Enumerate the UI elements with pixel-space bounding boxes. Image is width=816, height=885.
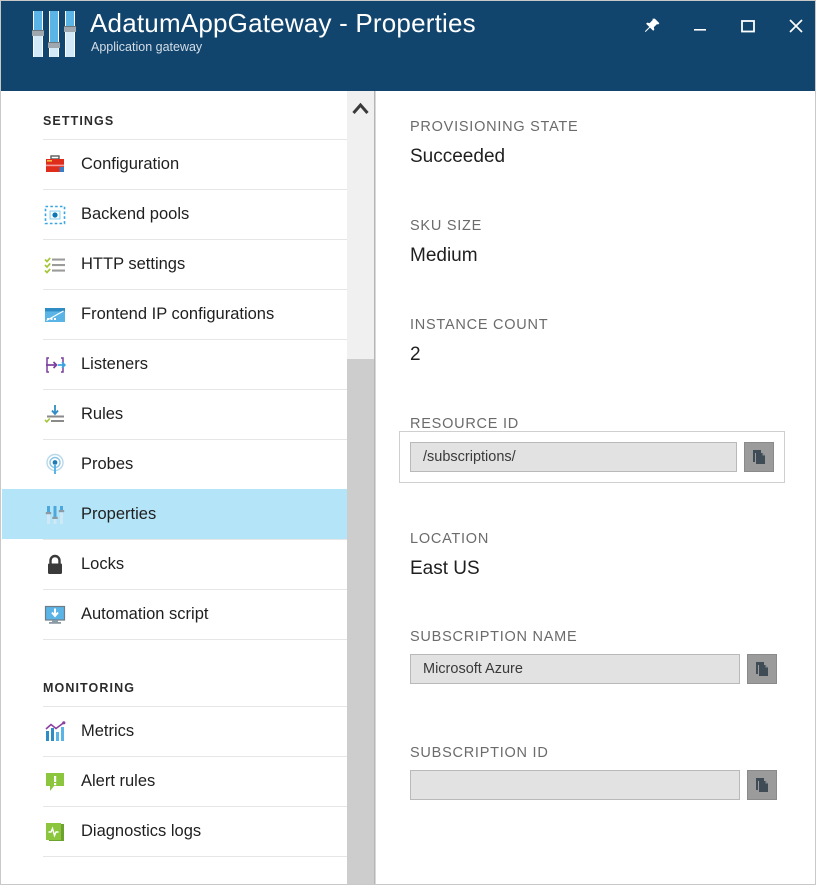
sidebar-item-label: Rules [81,405,123,424]
frontend-ip-icon [43,303,67,327]
listeners-icon [43,353,67,377]
sidebar-item-locks[interactable]: Locks [43,539,347,589]
property-label: SUBSCRIPTION ID [410,745,777,761]
sidebar-item-metrics[interactable]: Metrics [43,706,347,756]
copy-row [410,770,777,800]
property-label: RESOURCE ID [410,416,785,432]
copy-row: /subscriptions/ [399,431,785,483]
sidebar-group-title-monitoring: MONITORING [2,658,347,706]
automation-script-icon [43,603,67,627]
property-resource-id: RESOURCE ID /subscriptions/ [410,416,785,483]
sidebar-scrollbar[interactable] [347,91,375,885]
property-location: LOCATION East US [410,531,489,580]
copy-row: Microsoft Azure [410,654,777,684]
properties-sliders-icon [43,503,67,527]
maximize-button[interactable] [728,9,768,43]
property-value: East US [410,558,489,580]
property-label: SUBSCRIPTION NAME [410,629,777,645]
sidebar-item-label: Locks [81,555,124,574]
sidebar-item-label: Listeners [81,355,148,374]
diagnostics-logs-icon [43,820,67,844]
copy-subscription-id-button[interactable] [747,770,777,800]
property-instance-count: INSTANCE COUNT 2 [410,317,548,366]
sidebar-item-diagnostics-logs[interactable]: Diagnostics logs [43,806,347,856]
scroll-up-arrow-icon[interactable] [347,91,374,129]
properties-content: PROVISIONING STATE Succeeded SKU SIZE Me… [376,91,816,885]
sidebar-item-label: Metrics [81,722,134,741]
backend-pool-icon [43,203,67,227]
sidebar-item-alert-rules[interactable]: Alert rules [43,756,347,806]
property-label: LOCATION [410,531,489,547]
sidebar-item-label: Probes [81,455,133,474]
divider [43,856,347,857]
sidebar-item-rules[interactable]: Rules [43,389,347,439]
probes-icon [43,453,67,477]
sidebar-item-listeners[interactable]: Listeners [43,339,347,389]
property-subscription-id: SUBSCRIPTION ID [410,745,777,800]
alert-rules-icon [43,770,67,794]
sidebar-item-properties[interactable]: Properties [2,489,347,539]
sidebar-item-label: Configuration [81,155,179,174]
minimize-button[interactable] [680,9,720,43]
property-value: 2 [410,344,548,366]
lock-icon [43,553,67,577]
copy-subscription-name-button[interactable] [747,654,777,684]
property-label: PROVISIONING STATE [410,119,578,135]
sidebar-item-label: Backend pools [81,205,189,224]
property-subscription-name: SUBSCRIPTION NAME Microsoft Azure [410,629,777,684]
http-settings-icon [43,253,67,277]
spacer [2,640,347,658]
sidebar-item-label: Alert rules [81,772,155,791]
copy-resource-id-button[interactable] [744,442,774,472]
sidebar-item-backend-pools[interactable]: Backend pools [43,189,347,239]
pin-button[interactable] [632,9,672,43]
title-bar: AdatumAppGateway - Properties Applicatio… [1,1,816,91]
property-label: INSTANCE COUNT [410,317,548,333]
sidebar-item-label: Frontend IP configurations [81,305,274,324]
property-value: Succeeded [410,146,578,168]
close-button[interactable] [776,9,816,43]
azure-properties-blade: AdatumAppGateway - Properties Applicatio… [0,0,816,885]
sidebar-item-label: Diagnostics logs [81,822,201,841]
sidebar-group-title-settings: SETTINGS [2,91,347,139]
sidebar-item-label: Automation script [81,605,208,624]
window-subtitle: Application gateway [91,40,202,54]
property-value: Medium [410,245,482,267]
sidebar-item-http-settings[interactable]: HTTP settings [43,239,347,289]
resource-id-field[interactable]: /subscriptions/ [410,442,737,472]
property-provisioning-state: PROVISIONING STATE Succeeded [410,119,578,168]
subscription-name-field[interactable]: Microsoft Azure [410,654,740,684]
rules-icon [43,403,67,427]
window-title: AdatumAppGateway - Properties [90,8,476,39]
sidebar-item-frontend-ip-configurations[interactable]: Frontend IP configurations [43,289,347,339]
sidebar-item-probes[interactable]: Probes [43,439,347,489]
sliders-icon [33,11,75,57]
sidebar-item-label: Properties [81,505,156,524]
sidebar-item-configuration[interactable]: Configuration [43,139,347,189]
subscription-id-field[interactable] [410,770,740,800]
sidebar-item-automation-script[interactable]: Automation script [43,589,347,639]
property-sku-size: SKU SIZE Medium [410,218,482,267]
scrollbar-thumb[interactable] [347,359,374,885]
property-label: SKU SIZE [410,218,482,234]
metrics-chart-icon [43,720,67,744]
sidebar-item-label: HTTP settings [81,255,185,274]
settings-sidebar[interactable]: SETTINGS Configuration [2,91,347,885]
toolbox-icon [43,153,67,177]
